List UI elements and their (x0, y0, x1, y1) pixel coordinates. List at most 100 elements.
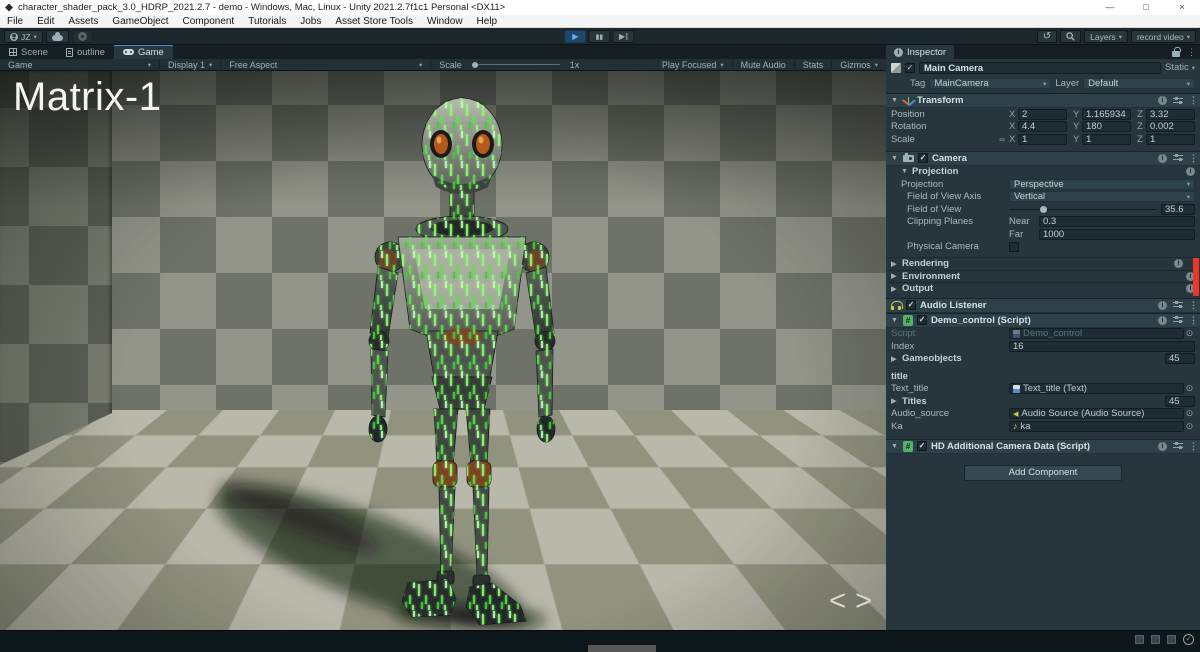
cache-status-icon[interactable] (1135, 635, 1144, 644)
foldout-closed-icon[interactable]: ▶ (891, 272, 899, 280)
output-foldout[interactable]: ▶ Output i (886, 282, 1200, 295)
index-field[interactable]: 16 (1009, 340, 1195, 352)
titles-row[interactable]: ▶ Titles 45 (886, 395, 1200, 408)
foldout-closed-icon[interactable]: ▶ (891, 397, 899, 405)
menu-asset-store-tools[interactable]: Asset Store Tools (328, 16, 420, 27)
object-picker-icon[interactable]: ⊙ (1184, 421, 1195, 432)
static-dropdown[interactable]: Static ▾ (1165, 62, 1195, 73)
fov-slider-knob[interactable] (1039, 205, 1047, 213)
scale-slider-knob[interactable] (471, 61, 478, 68)
kebab-menu-icon[interactable]: ⋮ (1189, 441, 1198, 452)
fov-axis-dropdown[interactable]: Vertical ▾ (1009, 191, 1195, 203)
help-icon[interactable]: i (1158, 300, 1167, 310)
console-status-icon[interactable] (1151, 635, 1160, 644)
game-display-mode-dropdown[interactable]: Game ▾ (0, 58, 160, 71)
tab-inspector[interactable]: i Inspector (886, 45, 955, 59)
close-button[interactable]: × (1164, 0, 1200, 15)
object-picker-icon[interactable]: ⊙ (1184, 408, 1195, 419)
audio-listener-header[interactable]: ✓ Audio Listener i ⋮ (886, 297, 1200, 313)
object-picker-icon[interactable]: ⊙ (1184, 328, 1195, 339)
progress-check-icon[interactable]: ✓ (1183, 634, 1194, 645)
kebab-menu-icon[interactable]: ⋮ (1189, 300, 1198, 311)
rendering-foldout[interactable]: ▶Rendering i⋮ (886, 257, 1200, 270)
kebab-menu-icon[interactable]: ⋮ (1189, 95, 1198, 106)
tab-scene[interactable]: Scene (0, 45, 57, 59)
mute-audio-toggle[interactable]: Mute Audio (733, 58, 795, 71)
gameobject-cube-icon[interactable] (891, 62, 901, 73)
lock-icon[interactable] (1172, 46, 1181, 57)
gizmos-dropdown[interactable]: Gizmos ▾ (832, 59, 886, 71)
menu-assets[interactable]: Assets (61, 16, 105, 27)
demo-control-header[interactable]: ▼ # ✓ Demo_control (Script) i ⋮ (886, 312, 1200, 328)
fov-value-field[interactable]: 35.6 (1161, 203, 1195, 215)
environment-foldout[interactable]: ▶ Environment i (886, 269, 1200, 283)
projection-group-row[interactable]: ▼ Projection i (886, 166, 1200, 179)
gameobjects-count-field[interactable]: 45 (1165, 353, 1195, 365)
menu-tutorials[interactable]: Tutorials (241, 16, 293, 27)
audio-listener-checkbox[interactable]: ✓ (906, 300, 916, 310)
foldout-closed-icon[interactable]: ▶ (891, 260, 899, 268)
gameobject-name-field[interactable]: Main Camera (919, 61, 1161, 74)
next-character-button[interactable]: > (855, 587, 872, 616)
menu-file[interactable]: File (0, 16, 30, 27)
scale-slider[interactable] (471, 61, 560, 68)
menu-jobs[interactable]: Jobs (293, 16, 328, 27)
hd-camera-data-header[interactable]: ▼ # ✓ HD Additional Camera Data (Script)… (886, 438, 1200, 454)
kebab-menu-icon[interactable]: ⋮ (1189, 153, 1198, 164)
rotation-x-field[interactable]: 4.4 (1018, 121, 1067, 133)
help-icon[interactable]: i (1186, 167, 1195, 177)
help-icon[interactable]: i (1158, 153, 1167, 163)
foldout-open-icon[interactable]: ▼ (891, 155, 899, 162)
undo-history-button[interactable]: ↺ (1036, 30, 1058, 43)
transform-header[interactable]: ▼ Transform i ⋮ (886, 93, 1200, 108)
titles-count-field[interactable]: 45 (1165, 395, 1195, 407)
ka-field[interactable]: ♪ ka (1009, 420, 1184, 432)
step-button[interactable]: ▶ (612, 30, 635, 43)
rotation-z-field[interactable]: 0.002 (1146, 121, 1195, 133)
preset-icon[interactable] (1173, 301, 1183, 309)
help-icon[interactable]: i (1158, 96, 1167, 105)
minimize-button[interactable]: — (1092, 0, 1128, 15)
camera-header[interactable]: ▼ ✓ Camera i ⋮ (886, 150, 1200, 166)
display-dropdown[interactable]: Display 1 ▾ (160, 58, 222, 71)
tab-outline[interactable]: outline (57, 45, 114, 59)
layers-dropdown[interactable]: Layers ▾ (1084, 30, 1128, 43)
layout-dropdown[interactable]: record video ▾ (1130, 30, 1196, 43)
kebab-menu-icon[interactable]: ⋮ (1187, 47, 1196, 58)
foldout-open-icon[interactable]: ▼ (891, 443, 899, 450)
tab-game[interactable]: Game (113, 45, 173, 59)
help-icon[interactable]: i (1174, 259, 1183, 269)
layer-dropdown[interactable]: Default ▾ (1083, 78, 1195, 89)
play-button[interactable]: ▶ (564, 30, 587, 43)
help-icon[interactable]: i (1158, 441, 1167, 451)
object-picker-icon[interactable]: ⊙ (1184, 383, 1195, 394)
preset-icon[interactable] (1173, 316, 1183, 324)
foldout-open-icon[interactable]: ▼ (901, 168, 909, 175)
preset-icon[interactable] (1173, 96, 1183, 105)
cloud-button[interactable] (45, 30, 69, 43)
scale-y-field[interactable]: 1 (1082, 133, 1131, 145)
scale-z-field[interactable]: 1 (1146, 133, 1195, 145)
physical-camera-checkbox[interactable] (1009, 241, 1019, 252)
menu-edit[interactable]: Edit (30, 16, 61, 27)
foldout-closed-icon[interactable]: ▶ (891, 355, 899, 363)
gameobjects-row[interactable]: ▶ Gameobjects 45 (886, 353, 1200, 366)
fov-slider[interactable] (1009, 204, 1156, 215)
foldout-open-icon[interactable]: ▼ (891, 97, 899, 104)
account-dropdown[interactable]: JZ ▾ (4, 30, 43, 43)
play-focused-dropdown[interactable]: Play Focused ▾ (654, 58, 733, 71)
audio-source-field[interactable]: ◀ Audio Source (Audio Source) (1009, 408, 1184, 420)
services-button[interactable] (71, 30, 93, 43)
preset-icon[interactable] (1173, 442, 1183, 450)
projection-dropdown[interactable]: Perspective ▾ (1009, 178, 1195, 190)
hd-camera-data-checkbox[interactable]: ✓ (917, 441, 927, 451)
maximize-button[interactable]: □ (1128, 0, 1164, 15)
kebab-menu-icon[interactable]: ⋮ (1189, 315, 1198, 326)
demo-control-checkbox[interactable]: ✓ (917, 315, 927, 325)
foldout-open-icon[interactable]: ▼ (891, 317, 899, 324)
gameobject-active-checkbox[interactable]: ✓ (905, 62, 915, 73)
add-component-button[interactable]: Add Component (964, 464, 1122, 481)
prev-character-button[interactable]: < (829, 587, 846, 616)
search-button[interactable] (1060, 30, 1082, 43)
scale-x-field[interactable]: 1 (1018, 133, 1067, 145)
